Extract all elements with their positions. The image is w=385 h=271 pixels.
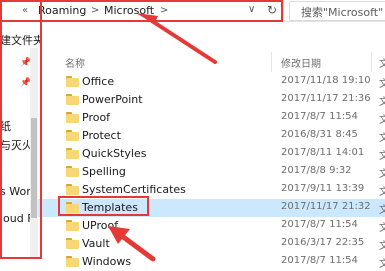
annotation-arrows	[108, 13, 217, 262]
arrow-shaft	[150, 19, 217, 64]
annotation-arrow-top	[136, 13, 217, 64]
arrow-shaft	[119, 233, 156, 262]
annotation-arrow-bottom	[108, 226, 156, 262]
